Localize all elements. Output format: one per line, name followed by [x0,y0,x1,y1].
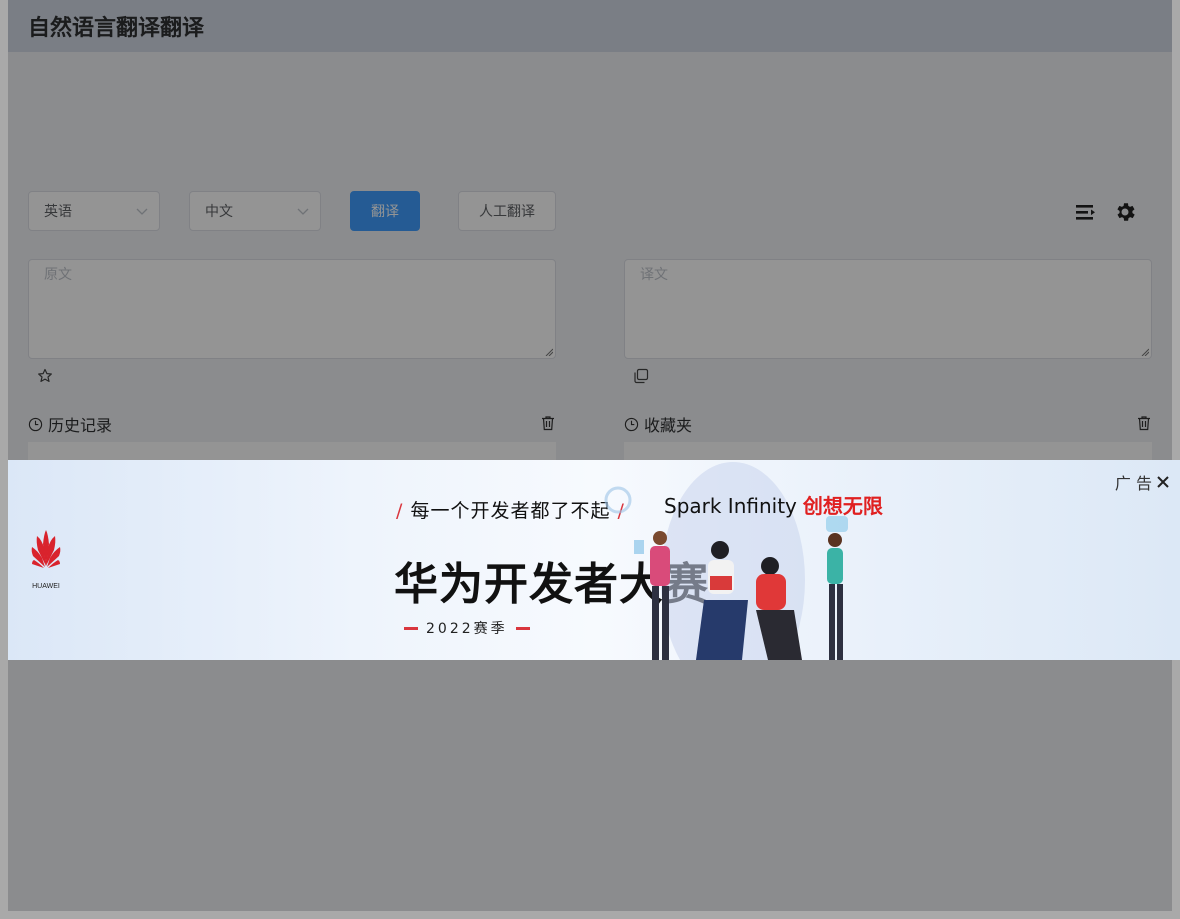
close-icon[interactable] [1156,475,1170,489]
ad-brand-cn: 创想无限 [802,494,883,518]
huawei-logo-text: HUAWEI [32,583,60,590]
app-window: 自然语言翻译翻译 英语 中文 翻译 人工翻译 原文 译文 历史记录 收藏夹 [8,0,1172,911]
ad-season: 2022赛季 [396,618,538,638]
ad-slogan: / 每一个开发者都了不起 / [396,496,625,523]
ad-slogan-text: 每一个开发者都了不起 [410,500,611,522]
season-line-left [404,626,418,630]
modal-overlay[interactable] [8,0,1172,911]
season-line-right [515,626,530,630]
huawei-logo: HUAWEI [31,530,61,590]
ad-season-text: 2022赛季 [426,621,508,637]
ad-label: 广 告 [1115,470,1170,494]
ad-banner[interactable]: HUAWEI / 每一个开发者都了不起 / 华为开发者大赛 2022赛季 Spa… [8,460,1180,660]
ad-brand-text: Spark Infinity [664,494,797,518]
slogan-bar-left: / [396,500,404,522]
ad-brand: Spark Infinity 创想无限 [664,490,883,519]
ad-label-text: 广 告 [1114,474,1152,493]
